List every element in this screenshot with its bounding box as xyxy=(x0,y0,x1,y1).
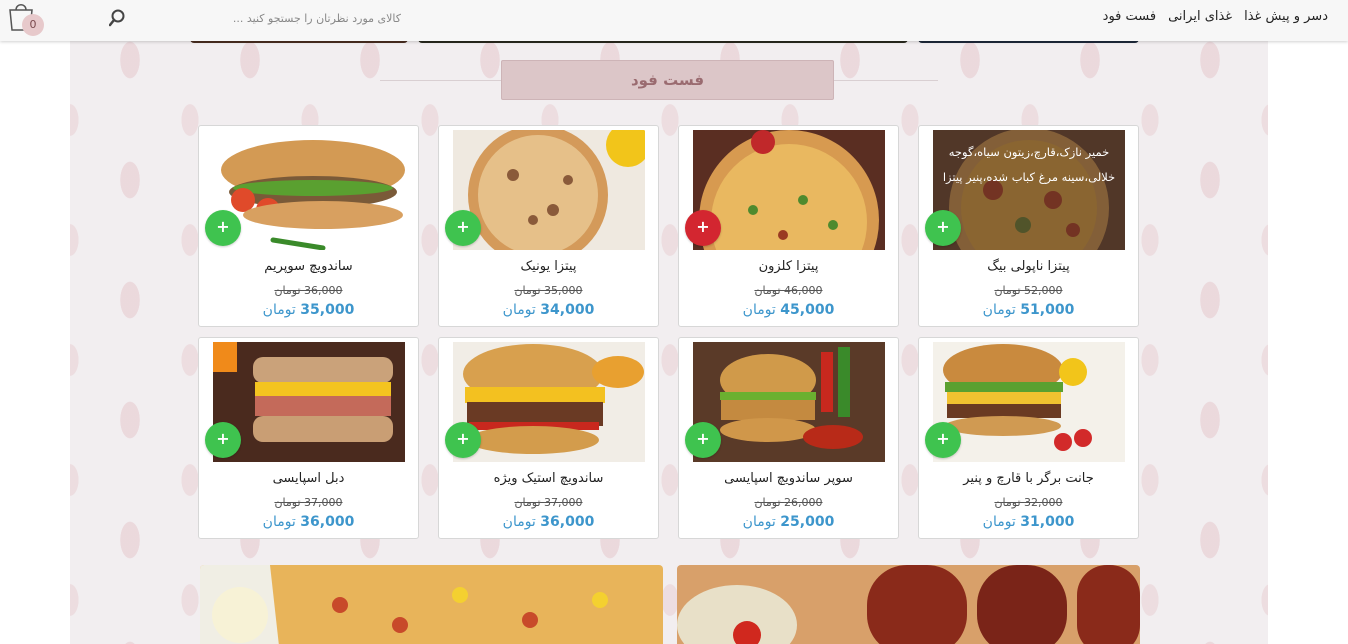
product-card-calzone[interactable]: + پیتزا کلزون 46,000 تومان 45,000 تومان xyxy=(678,125,899,327)
current-price: 35,000 تومان xyxy=(262,302,355,318)
product-description: خمیر نازک،قارچ،زیتون سیاه،گوجه خلالی،سین… xyxy=(933,130,1125,250)
cart-button[interactable]: 0 xyxy=(6,0,44,36)
main-menu: فست فود غذای ایرانی دسر و پیش غذا xyxy=(1103,9,1328,24)
search-icon xyxy=(108,9,125,27)
plus-icon: + xyxy=(456,429,470,448)
old-price: 37,000 تومان xyxy=(274,496,343,509)
menu-item-fastfood[interactable]: فست فود xyxy=(1103,9,1156,24)
current-price: 45,000 تومان xyxy=(742,302,835,318)
promo-banner-kebab[interactable] xyxy=(677,565,1140,644)
promo-banner-pizza[interactable] xyxy=(200,565,663,644)
menu-item-iranian[interactable]: غذای ایرانی xyxy=(1168,9,1232,24)
section-title: فست فود xyxy=(501,60,834,100)
product-name: جانت برگر با قارچ و پنیر xyxy=(963,471,1094,486)
product-card-napoli[interactable]: خمیر نازک،قارچ،زیتون سیاه،گوجه خلالی،سین… xyxy=(918,125,1139,327)
search-button[interactable] xyxy=(108,8,129,28)
plus-icon: + xyxy=(216,217,230,236)
product-name: پیتزا کلزون xyxy=(758,259,819,274)
add-to-cart-button[interactable]: + xyxy=(205,210,241,246)
old-price: 37,000 تومان xyxy=(514,496,583,509)
current-price: 36,000 تومان xyxy=(262,514,355,530)
product-image xyxy=(693,130,885,250)
old-price: 36,000 تومان xyxy=(274,284,343,297)
product-image xyxy=(453,130,645,250)
plus-icon: + xyxy=(936,429,950,448)
product-card-supreme[interactable]: + ساندویچ سوپریم 36,000 تومان 35,000 توم… xyxy=(198,125,419,327)
product-name: ساندویچ استیک ویژه xyxy=(493,471,604,486)
old-price: 35,000 تومان xyxy=(514,284,583,297)
product-image xyxy=(213,342,405,462)
old-price: 32,000 تومان xyxy=(994,496,1063,509)
product-image: خمیر نازک،قارچ،زیتون سیاه،گوجه خلالی،سین… xyxy=(933,130,1125,250)
search-input[interactable] xyxy=(135,6,401,30)
plus-icon: + xyxy=(696,217,710,236)
product-name: دبل اسپایسی xyxy=(272,471,345,486)
current-price: 31,000 تومان xyxy=(982,514,1075,530)
product-image xyxy=(453,342,645,462)
menu-item-dessert[interactable]: دسر و پیش غذا xyxy=(1244,9,1328,24)
product-image xyxy=(213,130,405,250)
top-navbar: 0 فست فود غذای ایرانی دسر و پیش غذا xyxy=(0,0,1348,41)
add-to-cart-button[interactable]: + xyxy=(925,210,961,246)
add-to-cart-button[interactable]: + xyxy=(925,422,961,458)
plus-icon: + xyxy=(216,429,230,448)
product-image xyxy=(693,342,885,462)
product-card-double-spicy[interactable]: + دبل اسپایسی 37,000 تومان 36,000 تومان xyxy=(198,337,419,539)
product-card-unique[interactable]: + پیتزا یونیک 35,000 تومان 34,000 تومان xyxy=(438,125,659,327)
add-to-cart-button[interactable]: + xyxy=(445,422,481,458)
current-price: 36,000 تومان xyxy=(502,514,595,530)
old-price: 26,000 تومان xyxy=(754,496,823,509)
product-card-steak-sandwich[interactable]: + ساندویچ استیک ویژه 37,000 تومان 36,000… xyxy=(438,337,659,539)
current-price: 51,000 تومان xyxy=(982,302,1075,318)
search-box xyxy=(105,6,425,30)
add-to-cart-button[interactable]: + xyxy=(205,422,241,458)
plus-icon: + xyxy=(456,217,470,236)
add-to-cart-button[interactable]: + xyxy=(685,210,721,246)
product-name: سوپر ساندویچ اسپایسی xyxy=(724,471,853,486)
current-price: 34,000 تومان xyxy=(502,302,595,318)
product-name: پیتزا ناپولی بیگ xyxy=(987,259,1070,274)
old-price: 52,000 تومان xyxy=(994,284,1063,297)
cart-count-badge: 0 xyxy=(22,14,44,36)
current-price: 25,000 تومان xyxy=(742,514,835,530)
add-to-cart-button[interactable]: + xyxy=(685,422,721,458)
product-card-super-spicy[interactable]: + سوپر ساندویچ اسپایسی 26,000 تومان 25,0… xyxy=(678,337,899,539)
plus-icon: + xyxy=(936,217,950,236)
product-name: ساندویچ سوپریم xyxy=(264,259,353,274)
plus-icon: + xyxy=(696,429,710,448)
old-price: 46,000 تومان xyxy=(754,284,823,297)
product-name: پیتزا یونیک xyxy=(520,259,577,274)
product-image xyxy=(933,342,1125,462)
add-to-cart-button[interactable]: + xyxy=(445,210,481,246)
product-card-junit-burger[interactable]: + جانت برگر با قارچ و پنیر 32,000 تومان … xyxy=(918,337,1139,539)
